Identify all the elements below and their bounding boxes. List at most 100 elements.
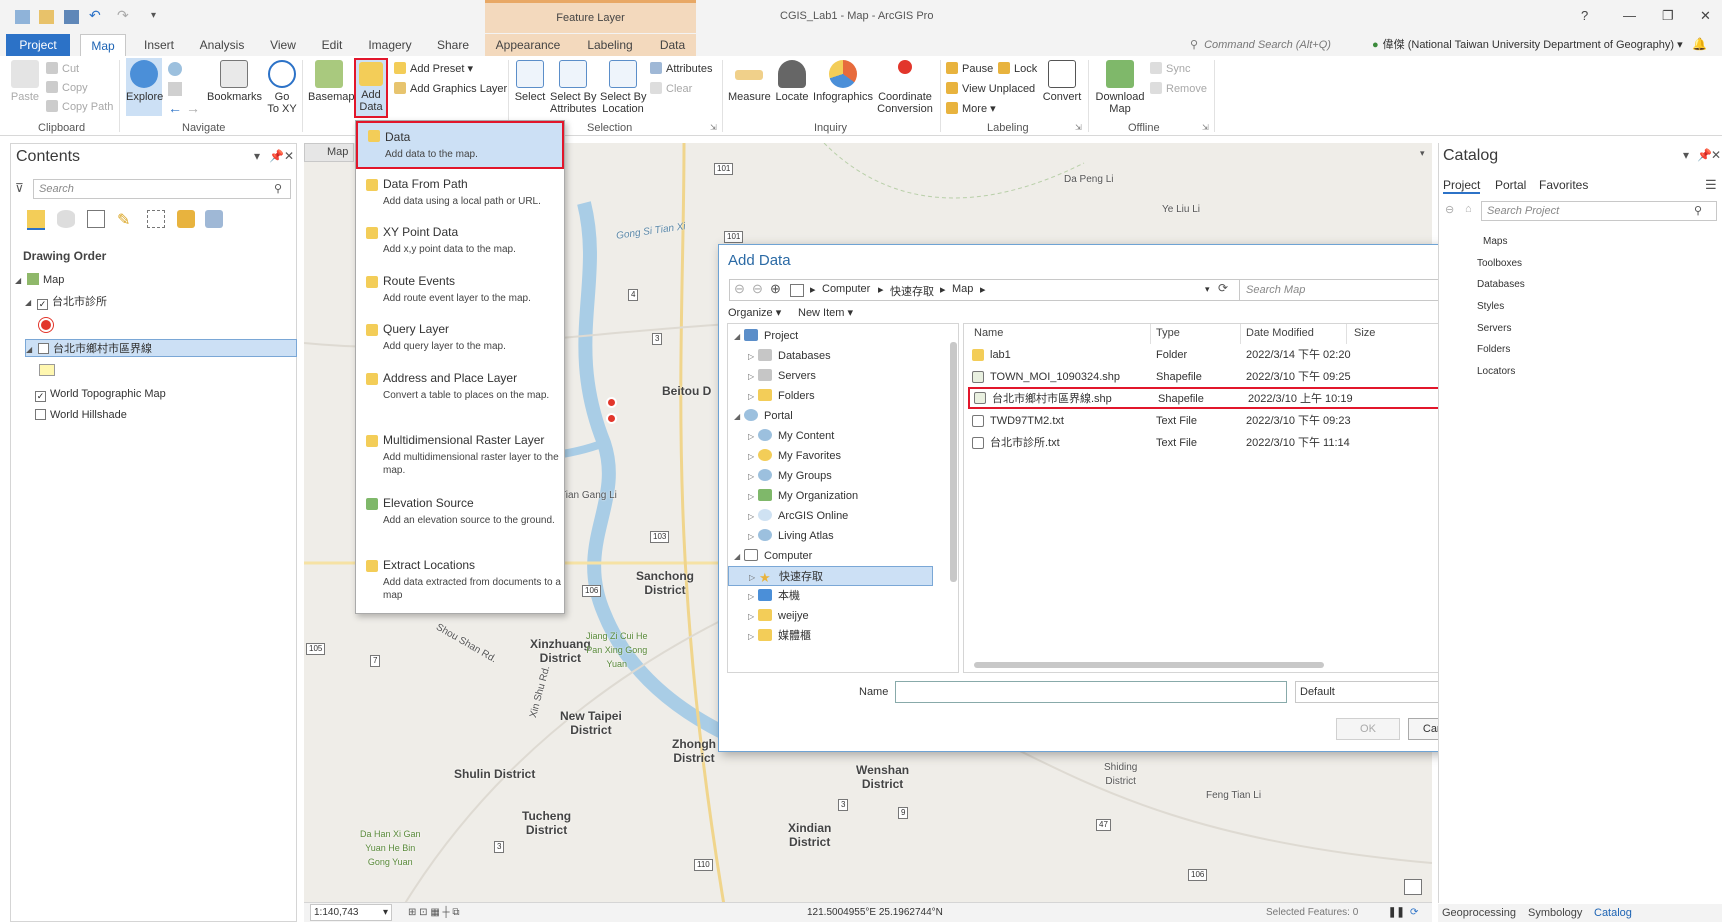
tab-share[interactable]: Share <box>432 34 474 56</box>
expand-icon[interactable]: ▷ <box>748 347 758 367</box>
minimize-icon[interactable]: — <box>1623 8 1636 23</box>
layer-world-hillshade[interactable]: World Hillshade <box>35 406 127 424</box>
layer-world-topographic[interactable]: ✓ World Topographic Map <box>35 385 166 403</box>
organize-menu[interactable]: Organize ▾ <box>728 306 781 319</box>
expand-icon[interactable]: ▷ <box>748 627 758 647</box>
pane-close-icon[interactable]: ✕ <box>1711 148 1721 162</box>
tab-data[interactable]: Data <box>649 34 696 56</box>
file-row-highlighted[interactable]: 台北市鄉村市區界線.shp Shapefile 2022/3/10 上午 10:… <box>968 387 1456 409</box>
pane-menu-icon[interactable]: ▾ <box>254 149 260 163</box>
save-icon[interactable] <box>64 10 79 24</box>
layer-visibility-checkbox[interactable]: ✓ <box>37 299 48 310</box>
expand-icon[interactable]: ▷ <box>748 607 758 627</box>
lock-labels-button[interactable]: Lock <box>998 62 1037 76</box>
file-row[interactable]: 台北市診所.txt Text File 2022/3/10 下午 11:14 <box>964 433 1474 453</box>
add-data-button[interactable]: Add Data <box>354 58 388 118</box>
tree-node-libraries[interactable]: ▷ 媒體櫃 <box>728 626 811 646</box>
tree-node-my-organization[interactable]: ▷ My Organization <box>728 486 858 506</box>
tree-node-folders[interactable]: ▷ Folders <box>728 386 815 406</box>
view-unplaced-button[interactable]: View Unplaced <box>946 82 1035 96</box>
menu-item-extract-locations[interactable]: Extract Locations Add data extracted from… <box>356 558 564 602</box>
tab-labeling[interactable]: Labeling <box>571 34 649 56</box>
select-by-attributes-button[interactable]: Select By Attributes <box>550 60 596 115</box>
user-account[interactable]: ● 偉傑 (National Taiwan University Departme… <box>1372 36 1683 54</box>
select-button[interactable]: Select <box>514 60 546 103</box>
locate-button[interactable]: Locate <box>774 60 810 103</box>
menu-item-multidimensional-raster[interactable]: Multidimensional Raster Layer Add multidi… <box>356 433 564 477</box>
tree-scrollbar[interactable] <box>950 342 957 582</box>
tree-node-this-pc[interactable]: ▷ 本機 <box>728 586 800 606</box>
catalog-item-styles[interactable]: Styles <box>1477 300 1504 314</box>
home-icon[interactable]: ⌂ <box>1465 203 1472 215</box>
notification-icon[interactable]: 🔔 <box>1692 37 1707 51</box>
layer-clinics[interactable]: ◢ ✓ 台北市診所 <box>25 293 107 311</box>
menu-item-data-from-path[interactable]: Data From Path Add data using a local pat… <box>356 177 564 208</box>
pause-labels-button[interactable]: Pause <box>946 62 993 76</box>
tab-edit[interactable]: Edit <box>315 34 349 56</box>
expand-icon[interactable]: ▷ <box>748 507 758 527</box>
list-by-editing-icon[interactable] <box>87 210 105 228</box>
expand-icon[interactable]: ▷ <box>748 527 758 547</box>
tree-node-my-favorites[interactable]: ▷ My Favorites <box>728 446 841 466</box>
pane-close-icon[interactable]: ✕ <box>284 149 294 163</box>
menu-item-elevation-source[interactable]: Elevation Source Add an elevation source … <box>356 496 564 527</box>
new-project-icon[interactable] <box>15 10 30 24</box>
tree-node-living-atlas[interactable]: ▷ Living Atlas <box>728 526 834 546</box>
map-tab-menu-icon[interactable]: ▾ <box>1420 148 1425 159</box>
tab-imagery[interactable]: Imagery <box>364 34 416 56</box>
contents-search-input[interactable]: Search ⚲ <box>33 179 291 199</box>
catalog-tab-project[interactable]: Project <box>1443 178 1481 194</box>
dialog-search-input[interactable]: Search Map⚲▾ <box>1239 280 1459 300</box>
tab-catalog[interactable]: Catalog <box>1594 904 1632 922</box>
expand-icon[interactable]: ▷ <box>748 487 758 507</box>
column-size[interactable]: Size <box>1354 327 1375 339</box>
open-project-icon[interactable] <box>39 10 54 24</box>
tab-symbology[interactable]: Symbology <box>1528 904 1582 922</box>
command-search[interactable]: ⚲ Command Search (Alt+Q) <box>1190 36 1340 54</box>
infographics-button[interactable]: Infographics <box>812 60 874 103</box>
collapse-icon[interactable]: ◢ <box>734 407 744 427</box>
tree-node-quick-access[interactable]: ▷ ★ 快速存取 <box>728 566 933 586</box>
refresh-icon[interactable]: ⟳ <box>1218 281 1228 295</box>
remove-button[interactable]: Remove <box>1150 82 1207 96</box>
list-by-selection-icon[interactable] <box>147 210 165 228</box>
map-layout-icon[interactable] <box>1404 879 1422 895</box>
catalog-item-maps[interactable]: Maps <box>1483 235 1507 249</box>
tree-node-my-content[interactable]: ▷ My Content <box>728 426 834 446</box>
new-item-menu[interactable]: New Item ▾ <box>798 306 853 319</box>
forward-icon[interactable]: ⊖ <box>752 281 763 297</box>
tree-node-arcgis-online[interactable]: ▷ ArcGIS Online <box>728 506 848 526</box>
tab-project[interactable]: Project <box>6 34 70 56</box>
forward-icon[interactable]: → <box>186 100 200 116</box>
redo-icon[interactable]: ↷ <box>117 7 132 23</box>
tab-map[interactable]: Map <box>80 34 126 56</box>
pin-icon[interactable]: 📌 <box>269 149 284 163</box>
layer-visibility-checkbox[interactable]: ✓ <box>35 391 46 402</box>
refresh-icon[interactable]: ⟳ <box>1410 903 1418 922</box>
catalog-item-locators[interactable]: Locators <box>1477 365 1515 379</box>
layer-visibility-checkbox[interactable] <box>35 409 46 420</box>
scale-selector[interactable]: 1:140,743 ▾ <box>310 904 392 921</box>
catalog-item-servers[interactable]: Servers <box>1477 322 1511 336</box>
tree-node-portal[interactable]: ◢ Portal <box>728 406 793 426</box>
select-by-location-button[interactable]: Select By Location <box>600 60 646 115</box>
tree-node-servers[interactable]: ▷ Servers <box>728 366 816 386</box>
file-row[interactable]: TWD97TM2.txt Text File 2022/3/10 下午 09:2… <box>964 411 1474 431</box>
list-by-labeling-icon[interactable] <box>177 210 195 228</box>
hamburger-menu-icon[interactable]: ☰ <box>1705 177 1717 193</box>
undo-icon[interactable]: ↶ <box>89 7 104 23</box>
menu-item-query-layer[interactable]: Query Layer Add query layer to the map. <box>356 322 564 353</box>
copy-button[interactable]: Copy <box>46 81 88 95</box>
breadcrumb-map[interactable]: Map <box>952 283 973 295</box>
back-icon[interactable]: ⊖ <box>734 281 745 297</box>
tree-node-computer[interactable]: ◢ Computer <box>728 546 812 566</box>
bookmarks-button[interactable]: Bookmarks <box>207 60 262 103</box>
expand-icon[interactable]: ▷ <box>748 587 758 607</box>
list-by-source-icon[interactable] <box>57 210 75 228</box>
copy-path-button[interactable]: Copy Path <box>46 100 113 114</box>
name-input[interactable] <box>895 681 1287 703</box>
coordinate-conversion-button[interactable]: Coordinate Conversion <box>876 60 934 115</box>
tab-appearance[interactable]: Appearance <box>485 34 571 56</box>
expand-icon[interactable]: ▷ <box>748 367 758 387</box>
tab-geoprocessing[interactable]: Geoprocessing <box>1442 904 1516 922</box>
